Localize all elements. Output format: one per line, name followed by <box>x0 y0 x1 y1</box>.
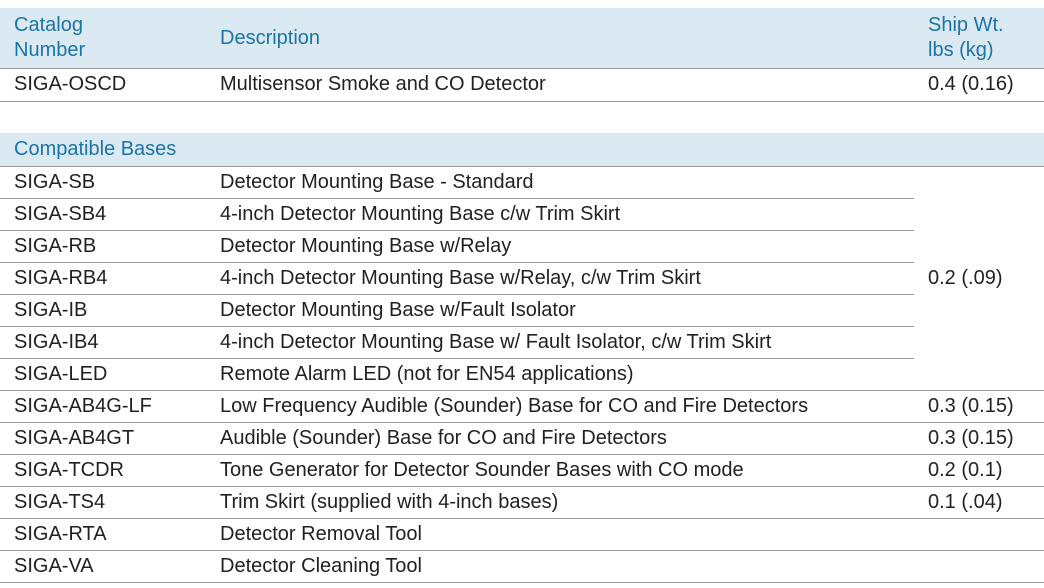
description-cell: Detector Mounting Base w/Relay <box>206 230 914 263</box>
weight-cell: 0.1 (.04) <box>914 486 1044 519</box>
description-cell: Low Frequency Audible (Sounder) Base for… <box>206 390 914 423</box>
description-cell: Remote Alarm LED (not for EN54 applicati… <box>206 358 914 391</box>
catalog-number-cell: SIGA-TS4 <box>0 486 206 519</box>
table-row: SIGA-IB4 4-inch Detector Mounting Base w… <box>0 326 1044 359</box>
table-row: SIGA-SB Detector Mounting Base - Standar… <box>0 166 1044 391</box>
header-ship-weight-line1: Ship Wt. <box>928 14 1004 37</box>
table-row: SIGA-TS4 Trim Skirt (supplied with 4-inc… <box>0 486 1044 519</box>
table-row: SIGA-VA Detector Cleaning Tool <box>0 550 1044 583</box>
catalog-number-cell: SIGA-VA <box>0 550 206 583</box>
catalog-number-cell: SIGA-IB4 <box>0 326 206 359</box>
weight-cell: 0.3 (0.15) <box>914 422 1044 455</box>
catalog-number-cell: SIGA-RTA <box>0 518 206 551</box>
table-row: SIGA-TCDR Tone Generator for Detector So… <box>0 454 1044 487</box>
catalog-number-cell: SIGA-IB <box>0 294 206 327</box>
table-row: SIGA-RTA Detector Removal Tool <box>0 518 1044 551</box>
header-catalog-number: Catalog Number <box>0 8 206 68</box>
catalog-number-cell: SIGA-OSCD <box>0 67 206 102</box>
catalog-number-cell: SIGA-AB4GT <box>0 422 206 455</box>
description-cell: Tone Generator for Detector Sounder Base… <box>206 454 914 487</box>
weight-cell: 0.4 (0.16) <box>914 67 1044 102</box>
description-cell: 4-inch Detector Mounting Base w/ Fault I… <box>206 326 914 359</box>
header-description: Description <box>220 26 321 49</box>
description-cell: Detector Mounting Base - Standard <box>206 166 914 199</box>
description-cell: Detector Cleaning Tool <box>206 550 914 583</box>
weight-cell <box>914 518 1044 551</box>
product-spec-page: Catalog Number Description Ship Wt. lbs … <box>0 0 1044 588</box>
description-cell: Multisensor Smoke and CO Detector <box>206 67 914 102</box>
catalog-number-cell: SIGA-SB4 <box>0 198 206 231</box>
description-cell: Detector Removal Tool <box>206 518 914 551</box>
catalog-number-cell: SIGA-AB4G-LF <box>0 390 206 423</box>
bases-section-header: Compatible Bases <box>0 133 1044 167</box>
catalog-number-cell: SIGA-LED <box>0 358 206 391</box>
table-row: SIGA-SB4 4-inch Detector Mounting Base c… <box>0 198 1044 231</box>
merged-weight-cell: 0.2 (.09) <box>914 166 1044 391</box>
section-title: Compatible Bases <box>0 133 1044 167</box>
table-row: SIGA-OSCD Multisensor Smoke and CO Detec… <box>0 67 1044 102</box>
header-catalog-line2: Number <box>14 39 86 62</box>
catalog-table-header: Catalog Number Description Ship Wt. lbs … <box>0 8 1044 68</box>
weight-cell: 0.2 (0.1) <box>914 454 1044 487</box>
description-cell: Trim Skirt (supplied with 4-inch bases) <box>206 486 914 519</box>
description-cell: Detector Mounting Base w/Fault Isolator <box>206 294 914 327</box>
catalog-number-cell: SIGA-RB <box>0 230 206 263</box>
catalog-number-cell: SIGA-RB4 <box>0 262 206 295</box>
catalog-number-cell: SIGA-TCDR <box>0 454 206 487</box>
header-ship-weight: Ship Wt. lbs (kg) <box>914 8 1044 68</box>
table-row: SIGA-RB4 4-inch Detector Mounting Base w… <box>0 262 1044 295</box>
table-row: SIGA-IB Detector Mounting Base w/Fault I… <box>0 294 1044 327</box>
weight-cell <box>914 550 1044 583</box>
weight-cell: 0.3 (0.15) <box>914 390 1044 423</box>
catalog-number-cell: SIGA-SB <box>0 166 206 199</box>
table-row: SIGA-AB4G-LF Low Frequency Audible (Soun… <box>0 390 1044 423</box>
table-row: SIGA-AB4GT Audible (Sounder) Base for CO… <box>0 422 1044 455</box>
header-catalog-line1: Catalog <box>14 14 83 37</box>
compatible-bases-table: Compatible Bases SIGA-SB Detector Mounti… <box>0 133 1044 583</box>
description-cell: Audible (Sounder) Base for CO and Fire D… <box>206 422 914 455</box>
description-cell: 4-inch Detector Mounting Base c/w Trim S… <box>206 198 914 231</box>
table-row: SIGA-RB Detector Mounting Base w/Relay <box>0 230 1044 263</box>
catalog-table: Catalog Number Description Ship Wt. lbs … <box>0 8 1044 102</box>
header-ship-weight-line2: lbs (kg) <box>928 39 994 62</box>
table-row: SIGA-LED Remote Alarm LED (not for EN54 … <box>0 358 1044 391</box>
description-cell: 4-inch Detector Mounting Base w/Relay, c… <box>206 262 914 295</box>
